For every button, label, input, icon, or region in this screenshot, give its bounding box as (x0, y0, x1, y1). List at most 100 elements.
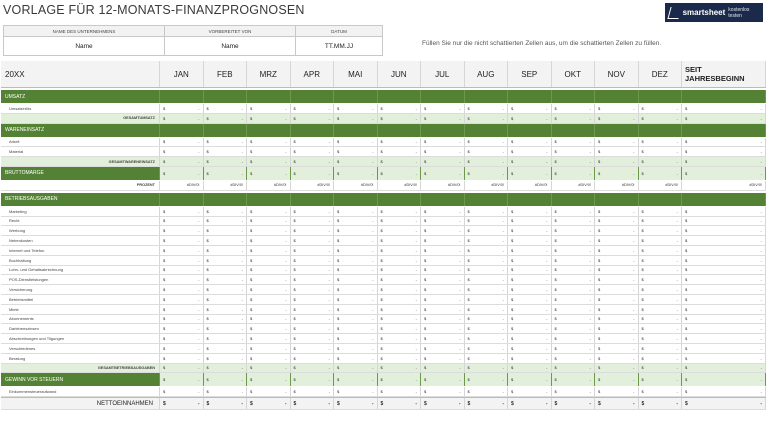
month-cell[interactable]: $ - (204, 304, 247, 314)
month-cell[interactable]: $ - (291, 304, 334, 314)
month-cell[interactable]: $ - (465, 147, 508, 157)
month-cell[interactable]: $ - (421, 275, 465, 285)
month-cell[interactable]: $ - (595, 226, 639, 236)
month-cell[interactable]: $ - (160, 226, 204, 236)
month-cell[interactable]: $ - (160, 314, 204, 324)
month-cell[interactable]: $ - (204, 226, 247, 236)
month-cell[interactable]: $ - (639, 137, 682, 147)
month-cell[interactable]: $ - (204, 206, 247, 216)
month-cell[interactable]: $ - (465, 265, 508, 275)
month-cell[interactable]: $ - (378, 387, 421, 397)
month-cell[interactable]: $ - (291, 294, 334, 304)
month-cell[interactable]: $ - (334, 353, 378, 363)
month-cell[interactable]: $ - (247, 285, 291, 294)
month-cell[interactable]: $ - (160, 285, 204, 294)
month-cell[interactable]: $ - (204, 314, 247, 324)
month-cell[interactable]: $ - (160, 275, 204, 285)
ytd-cell[interactable]: $ - (682, 206, 766, 216)
month-cell[interactable]: $ - (291, 236, 334, 245)
month-cell[interactable]: $ - (291, 245, 334, 255)
month-cell[interactable]: $ - (639, 255, 682, 265)
month-cell[interactable]: $ - (291, 255, 334, 265)
ytd-cell[interactable]: $ - (682, 245, 766, 255)
month-cell[interactable]: $ - (204, 236, 247, 245)
month-cell[interactable]: $ - (378, 275, 421, 285)
month-cell[interactable]: $ - (508, 294, 552, 304)
month-cell[interactable]: $ - (204, 343, 247, 353)
month-cell[interactable]: $ - (291, 226, 334, 236)
month-cell[interactable]: $ - (421, 206, 465, 216)
month-cell[interactable]: $ - (378, 304, 421, 314)
month-cell[interactable]: $ - (595, 147, 639, 157)
month-cell[interactable]: $ - (421, 216, 465, 226)
month-cell[interactable]: $ - (421, 324, 465, 334)
month-cell[interactable]: $ - (378, 324, 421, 334)
month-cell[interactable]: $ - (552, 147, 595, 157)
month-cell[interactable]: $ - (552, 314, 595, 324)
month-cell[interactable]: $ - (508, 324, 552, 334)
month-cell[interactable]: $ - (247, 343, 291, 353)
month-cell[interactable]: $ - (160, 255, 204, 265)
month-cell[interactable]: $ - (291, 353, 334, 363)
month-cell[interactable]: $ - (508, 245, 552, 255)
month-cell[interactable]: $ - (595, 275, 639, 285)
month-cell[interactable]: $ - (595, 304, 639, 314)
month-cell[interactable]: $ - (552, 104, 595, 113)
ytd-cell[interactable]: $ - (682, 304, 766, 314)
month-cell[interactable]: $ - (334, 314, 378, 324)
month-cell[interactable]: $ - (160, 343, 204, 353)
month-cell[interactable]: $ - (552, 334, 595, 343)
month-cell[interactable]: $ - (378, 343, 421, 353)
month-cell[interactable]: $ - (160, 137, 204, 147)
ytd-cell[interactable]: $ - (682, 343, 766, 353)
month-cell[interactable]: $ - (421, 104, 465, 113)
month-cell[interactable]: $ - (508, 387, 552, 397)
month-cell[interactable]: $ - (465, 236, 508, 245)
month-cell[interactable]: $ - (291, 334, 334, 343)
ytd-cell[interactable]: $ - (682, 285, 766, 294)
month-cell[interactable]: $ - (421, 226, 465, 236)
month-cell[interactable]: $ - (378, 245, 421, 255)
month-cell[interactable]: $ - (508, 275, 552, 285)
month-cell[interactable]: $ - (247, 353, 291, 363)
month-cell[interactable]: $ - (639, 104, 682, 113)
ytd-cell[interactable]: $ - (682, 314, 766, 324)
month-cell[interactable]: $ - (378, 255, 421, 265)
month-cell[interactable]: $ - (552, 226, 595, 236)
month-cell[interactable]: $ - (595, 236, 639, 245)
month-cell[interactable]: $ - (552, 285, 595, 294)
month-cell[interactable]: $ - (595, 387, 639, 397)
month-cell[interactable]: $ - (639, 324, 682, 334)
month-cell[interactable]: $ - (639, 353, 682, 363)
month-cell[interactable]: $ - (639, 294, 682, 304)
month-cell[interactable]: $ - (334, 343, 378, 353)
month-cell[interactable]: $ - (465, 137, 508, 147)
month-cell[interactable]: $ - (508, 147, 552, 157)
month-cell[interactable]: $ - (378, 147, 421, 157)
company-name-field[interactable]: Name (3, 36, 165, 56)
month-cell[interactable]: $ - (552, 294, 595, 304)
month-cell[interactable]: $ - (247, 324, 291, 334)
month-cell[interactable]: $ - (595, 245, 639, 255)
month-cell[interactable]: $ - (378, 206, 421, 216)
month-cell[interactable]: $ - (334, 147, 378, 157)
month-cell[interactable]: $ - (639, 314, 682, 324)
month-cell[interactable]: $ - (465, 353, 508, 363)
month-cell[interactable]: $ - (595, 314, 639, 324)
month-cell[interactable]: $ - (160, 304, 204, 314)
month-cell[interactable]: $ - (378, 334, 421, 343)
month-cell[interactable]: $ - (421, 255, 465, 265)
month-cell[interactable]: $ - (508, 285, 552, 294)
month-cell[interactable]: $ - (465, 226, 508, 236)
month-cell[interactable]: $ - (204, 324, 247, 334)
month-cell[interactable]: $ - (639, 343, 682, 353)
month-cell[interactable]: $ - (465, 304, 508, 314)
month-cell[interactable]: $ - (421, 304, 465, 314)
month-cell[interactable]: $ - (508, 206, 552, 216)
month-cell[interactable]: $ - (247, 255, 291, 265)
month-cell[interactable]: $ - (334, 334, 378, 343)
month-cell[interactable]: $ - (291, 216, 334, 226)
month-cell[interactable]: $ - (378, 265, 421, 275)
smartsheet-logo[interactable]: smartsheet kostenlos testen (665, 3, 763, 22)
month-cell[interactable]: $ - (291, 285, 334, 294)
